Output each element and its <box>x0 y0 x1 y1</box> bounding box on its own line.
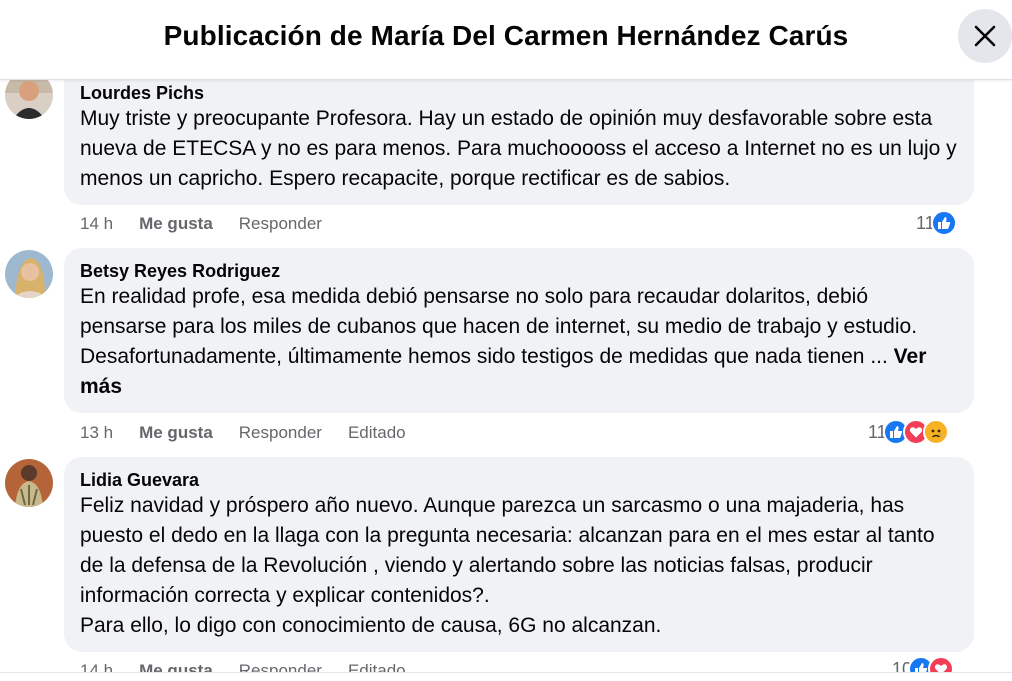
dialog-header: Publicación de María Del Carmen Hernánde… <box>0 0 1012 80</box>
comment-bubble: Betsy Reyes Rodriguez En realidad profe,… <box>64 248 974 413</box>
bottom-divider <box>0 672 1012 681</box>
avatar[interactable] <box>5 250 53 298</box>
comment-text: Muy triste y preocupante Profesora. Hay … <box>80 107 957 190</box>
edited-label[interactable]: Editado <box>348 422 406 444</box>
comment-timestamp[interactable]: 14 h <box>80 213 113 235</box>
comment-author[interactable]: Lourdes Pichs <box>80 82 958 104</box>
comment-actions: 14 h Me gusta Responder <box>80 213 348 235</box>
sad-reaction-icon <box>922 419 949 445</box>
close-icon <box>974 25 996 47</box>
avatar[interactable] <box>5 459 53 507</box>
reply-button[interactable]: Responder <box>239 422 322 444</box>
comment-text: En realidad profe, esa medida debió pens… <box>80 282 960 402</box>
close-button[interactable] <box>958 9 1012 63</box>
comment-text-body: En realidad profe, esa medida debió pens… <box>80 285 918 368</box>
like-reaction-icon <box>930 210 957 236</box>
comments-list: Lourdes Pichs Muy triste y preocupante P… <box>0 80 1012 681</box>
comment-author[interactable]: Betsy Reyes Rodriguez <box>80 260 958 282</box>
reaction-summary[interactable]: 11 <box>868 419 949 445</box>
comment-timestamp[interactable]: 13 h <box>80 422 113 444</box>
reaction-summary[interactable]: 11 <box>916 210 957 236</box>
like-button[interactable]: Me gusta <box>139 422 213 444</box>
avatar[interactable] <box>5 80 53 119</box>
comment-author[interactable]: Lidia Guevara <box>80 469 958 491</box>
comment-actions: 13 h Me gusta Responder Editado <box>80 422 432 444</box>
comment-text: Feliz navidad y próspero año nuevo. Aunq… <box>80 494 935 637</box>
comment-bubble: Lourdes Pichs Muy triste y preocupante P… <box>64 80 974 205</box>
reply-button[interactable]: Responder <box>239 213 322 235</box>
dialog-title: Publicación de María Del Carmen Hernánde… <box>163 20 849 51</box>
like-button[interactable]: Me gusta <box>139 213 213 235</box>
comment-bubble: Lidia Guevara Feliz navidad y próspero a… <box>64 457 974 652</box>
